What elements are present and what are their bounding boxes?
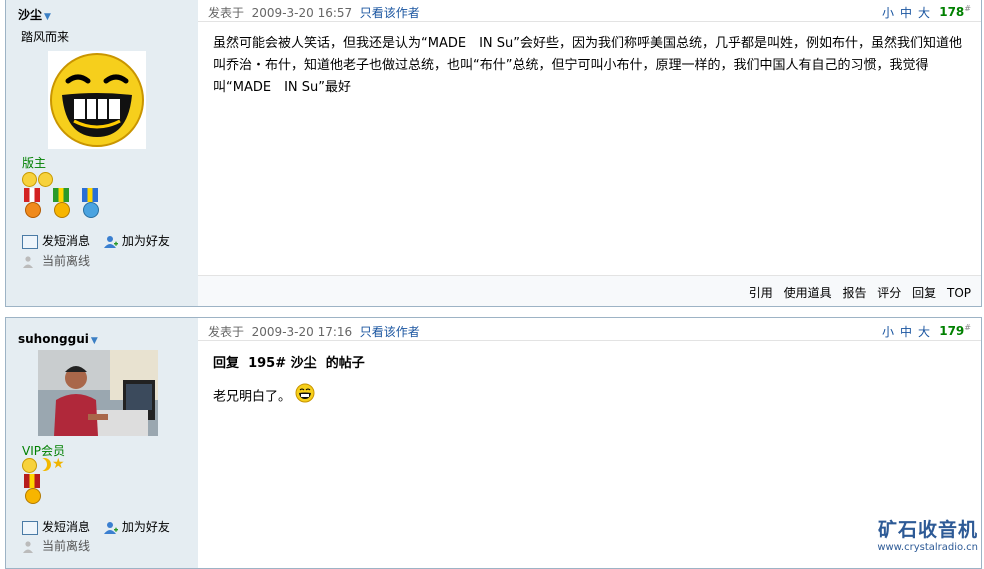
medals	[22, 474, 47, 508]
post-main: 发表于 2009-3-20 16:57 只看该作者 小中大 178# 虽然可能会…	[198, 0, 981, 306]
only-author-link[interactable]: 只看该作者	[360, 325, 420, 339]
only-author-link[interactable]: 只看该作者	[360, 6, 420, 20]
watermark-title: 矿石收音机	[877, 519, 978, 541]
post-date: 发表于 2009-3-20 16:57 只看该作者	[208, 6, 420, 20]
rate-link[interactable]: 评分	[877, 286, 901, 300]
post-179: suhonggui ▼ VIP会员 ★ 发短消息 加为好友 当前离线 发表于 2…	[5, 317, 982, 569]
post-author-sidebar: suhonggui ▼ VIP会员 ★ 发短消息 加为好友 当前离线	[6, 318, 198, 568]
medals	[22, 188, 105, 222]
post-action-links: 引用 使用道具 报告 评分 回复 TOP	[744, 284, 971, 301]
offline-user-icon	[22, 255, 34, 268]
author-actions: 发短消息 加为好友	[22, 518, 180, 535]
post-header: 发表于 2009-3-20 16:57 只看该作者 小中大 178#	[198, 0, 981, 22]
use-tools-link[interactable]: 使用道具	[784, 286, 832, 300]
post-content: 虽然可能会被人笑话，但我还是认为“MADE IN Su”会好些，因为我们称呼美国…	[213, 36, 962, 95]
post-main: 发表于 2009-3-20 17:16 只看该作者 小中大 179# 回复 19…	[198, 318, 981, 568]
author-name[interactable]: 沙尘 ▼	[18, 6, 51, 23]
envelope-icon	[22, 520, 38, 535]
font-size-switch: 小中大	[882, 323, 936, 340]
send-message-button[interactable]: 发短消息	[22, 520, 90, 535]
post-header: 发表于 2009-3-20 17:16 只看该作者 小中大 179#	[198, 318, 981, 341]
medal-icon[interactable]	[80, 188, 100, 221]
envelope-icon	[22, 234, 38, 249]
smiley-rank-icon	[22, 458, 37, 473]
author-custom-title: 踏风而来	[21, 30, 70, 44]
avatar[interactable]	[48, 51, 146, 152]
post-content: 老兄明白了。	[213, 383, 969, 411]
font-medium-link[interactable]: 中	[900, 325, 918, 339]
author-name[interactable]: suhonggui ▼	[18, 332, 98, 346]
author-menu-dropdown-icon[interactable]: ▼	[44, 12, 51, 22]
floor-number[interactable]: 179#	[939, 323, 971, 338]
quote-link[interactable]: 引用	[749, 286, 773, 300]
reply-quote-title: 回复 195# 沙尘 的帖子	[213, 356, 365, 371]
post-footer: 引用 使用道具 报告 评分 回复 TOP	[198, 275, 981, 306]
watermark-url: www.crystalradio.cn	[877, 542, 978, 553]
rank-stars	[22, 172, 54, 188]
add-friend-button[interactable]: 加为好友	[103, 520, 170, 534]
author-menu-dropdown-icon[interactable]: ▼	[91, 336, 98, 346]
reply-link[interactable]: 回复	[912, 286, 936, 300]
post-178: 沙尘 ▼ 踏风而来 版主 发短消息 加为好友 当前离线 发表于 2009-3-2…	[5, 0, 982, 307]
font-size-switch: 小中大	[882, 4, 936, 21]
post-author-sidebar: 沙尘 ▼ 踏风而来 版主 发短消息 加为好友 当前离线	[6, 0, 198, 306]
font-large-link[interactable]: 大	[918, 325, 936, 339]
grin-emoticon-icon	[295, 383, 315, 411]
font-medium-link[interactable]: 中	[900, 6, 918, 20]
top-link[interactable]: TOP	[947, 286, 971, 300]
offline-user-icon	[22, 540, 34, 553]
font-small-link[interactable]: 小	[882, 325, 900, 339]
add-friend-icon	[103, 521, 118, 534]
add-friend-icon	[103, 235, 118, 248]
add-friend-button[interactable]: 加为好友	[103, 234, 170, 248]
laughing-smiley-icon	[48, 51, 146, 149]
font-small-link[interactable]: 小	[882, 6, 900, 20]
avatar[interactable]	[38, 350, 158, 439]
user-group: 版主	[22, 156, 47, 170]
smiley-rank-icon	[22, 172, 37, 187]
rank-stars: ★	[22, 456, 65, 474]
report-link[interactable]: 报告	[842, 286, 866, 300]
post-date: 发表于 2009-3-20 17:16 只看该作者	[208, 325, 420, 339]
online-status: 当前离线	[22, 252, 90, 269]
author-actions: 发短消息 加为好友	[22, 232, 180, 249]
medal-icon[interactable]	[22, 188, 42, 221]
medal-icon[interactable]	[51, 188, 71, 221]
smiley-rank-icon	[38, 172, 53, 187]
floor-number[interactable]: 178#	[939, 4, 971, 19]
font-large-link[interactable]: 大	[918, 6, 936, 20]
star-rank-icon: ★	[52, 456, 65, 472]
moon-rank-icon	[38, 458, 51, 471]
online-status: 当前离线	[22, 537, 90, 554]
site-watermark: 矿石收音机 www.crystalradio.cn	[877, 515, 978, 553]
medal-icon[interactable]	[22, 474, 42, 507]
user-photo	[38, 350, 158, 436]
send-message-button[interactable]: 发短消息	[22, 234, 90, 249]
